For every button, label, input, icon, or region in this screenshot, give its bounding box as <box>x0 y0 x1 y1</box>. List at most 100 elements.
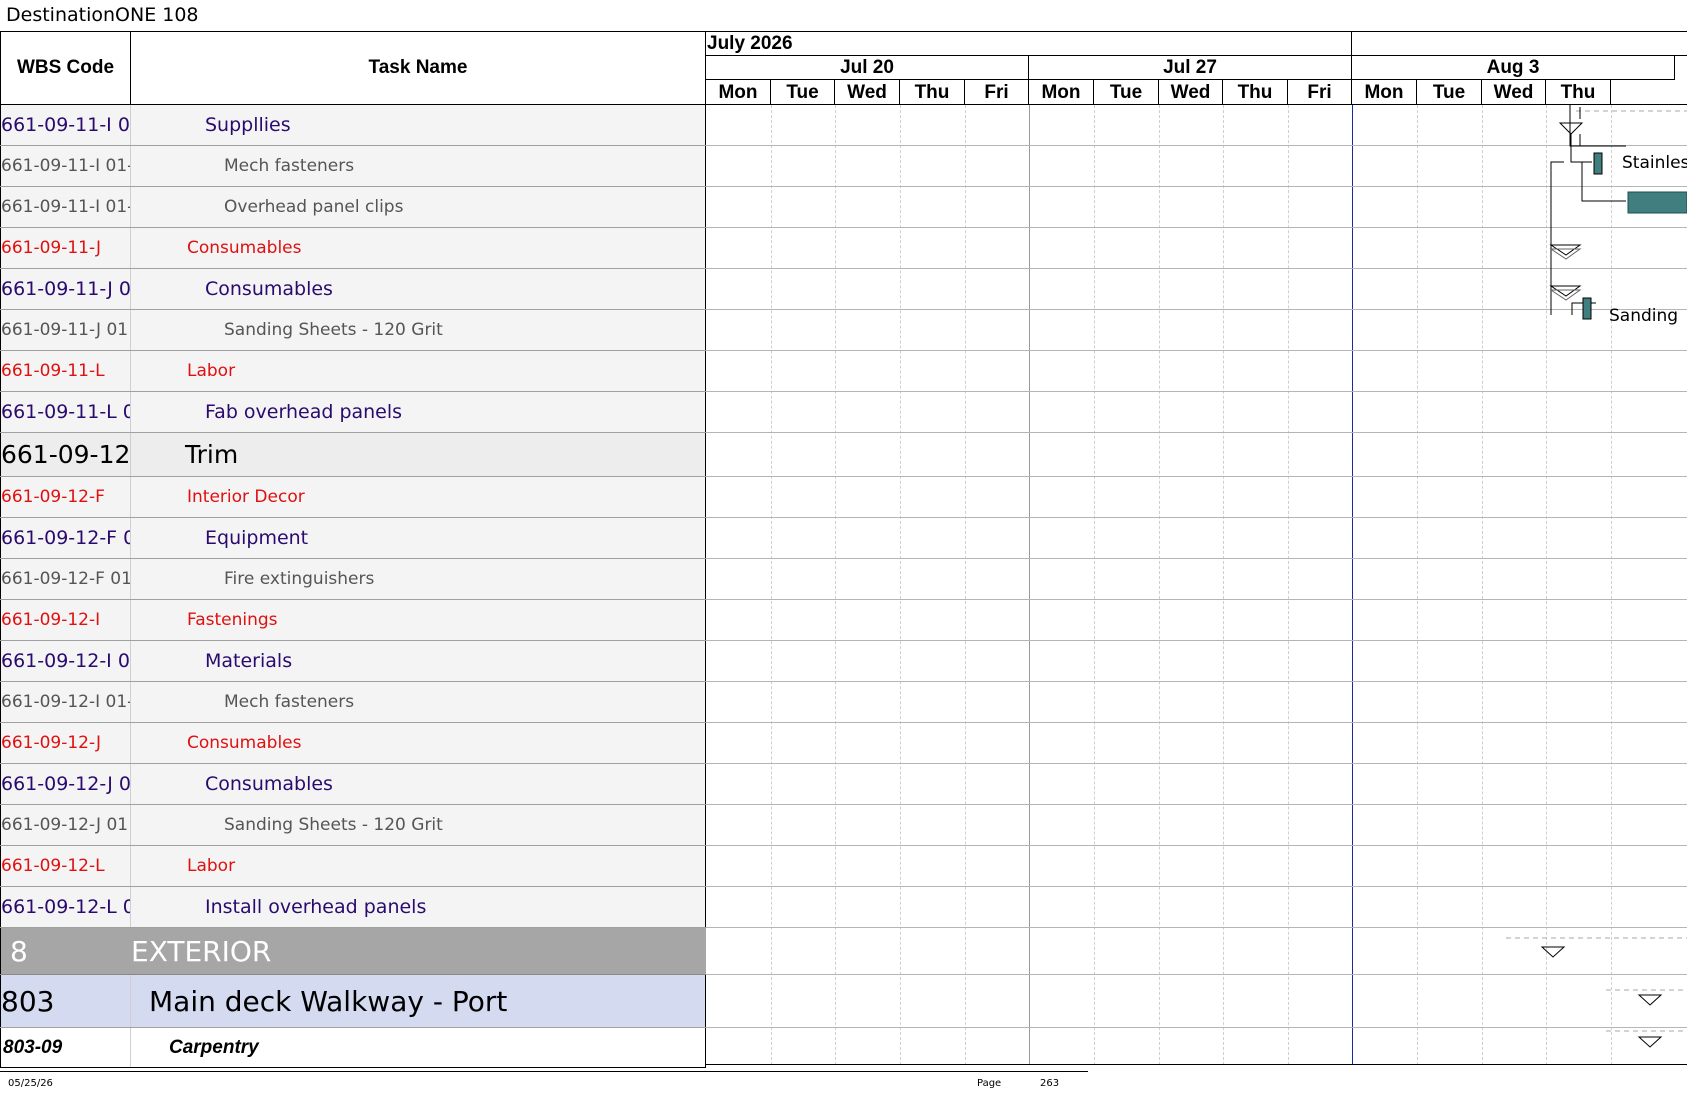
wbs-cell[interactable]: 661-09-12-F <box>0 477 131 517</box>
task-cell[interactable]: Consumables <box>131 269 706 309</box>
summary-marker <box>1506 937 1687 1048</box>
wbs-cell[interactable]: 661-09-11-L <box>0 351 131 391</box>
wbs-cell[interactable]: 661-09-12-I 0 <box>0 641 131 681</box>
timescale-week: Aug 3 <box>1352 56 1675 80</box>
timescale-week: Jul 20 <box>706 56 1029 80</box>
wbs-cell[interactable]: 661-09-11-J 0 <box>0 269 131 309</box>
task-cell[interactable]: Trim <box>131 433 706 476</box>
wbs-cell[interactable]: 661-09-12-I <box>0 600 131 640</box>
wbs-cell[interactable]: 661-09-12-L <box>0 846 131 886</box>
task-cell[interactable]: Labor <box>131 846 706 886</box>
table-row[interactable]: 661-09-12-L 0 Install overhead panels <box>0 887 706 928</box>
table-row[interactable]: 661-09-12-I 0 Materials <box>0 641 706 682</box>
timescale-day: Wed <box>1159 80 1223 104</box>
task-cell[interactable]: Materials <box>131 641 706 681</box>
wbs-cell[interactable]: 661-09-12-J 01 <box>0 805 131 845</box>
task-cell[interactable]: Consumables <box>131 228 706 268</box>
wbs-cell[interactable]: 661-09-11-I 01- <box>0 187 131 227</box>
wbs-cell[interactable]: 661-09-11-I 0 <box>0 105 131 145</box>
footer-date: 05/25/26 <box>8 1078 53 1089</box>
table-row[interactable]: 661-09-12-F 0 Equipment <box>0 518 706 559</box>
timescale-day: Tue <box>771 80 835 104</box>
table-row[interactable]: 661-09-11-I 01- Overhead panel clips <box>0 187 706 228</box>
task-cell[interactable]: Install overhead panels <box>131 887 706 927</box>
table-row[interactable]: 803-09 Carpentry <box>0 1028 706 1068</box>
table-row[interactable]: 661-09-12 Trim <box>0 433 706 477</box>
table-row[interactable]: 8 EXTERIOR <box>0 928 706 975</box>
task-bar <box>1593 152 1603 175</box>
bar-label: Stainles <box>1622 153 1687 173</box>
table-row[interactable]: 661-09-12-J 0 Consumables <box>0 764 706 805</box>
table-row[interactable]: 661-09-12-J Consumables <box>0 723 706 764</box>
wbs-cell[interactable]: 661-09-11-L 0 <box>0 392 131 432</box>
table-row[interactable]: 661-09-12-L Labor <box>0 846 706 887</box>
table-row[interactable]: 661-09-11-I 0 Suppllies <box>0 105 706 146</box>
wbs-cell[interactable]: 661-09-12-F 0 <box>0 518 131 558</box>
table-row[interactable]: 661-09-11-J 0 Consumables <box>0 269 706 310</box>
task-cell[interactable]: Fab overhead panels <box>131 392 706 432</box>
timescale-week: Jul 27 <box>1029 56 1352 80</box>
task-cell[interactable]: Consumables <box>131 723 706 763</box>
bar-label: Sanding <box>1609 306 1679 326</box>
summary-marker <box>1549 244 1582 301</box>
task-cell[interactable]: Mech fasteners <box>131 682 706 722</box>
wbs-cell[interactable]: 661-09-12-I 01- <box>0 682 131 722</box>
table-row[interactable]: 661-09-12-F Interior Decor <box>0 477 706 518</box>
column-header-task-name[interactable]: Task Name <box>131 31 706 105</box>
task-cell[interactable]: Fire extinguishers <box>131 559 706 599</box>
wbs-cell[interactable]: 661-09-12 <box>0 433 131 476</box>
column-header-wbs-code[interactable]: WBS Code <box>0 31 131 105</box>
timescale-day: Tue <box>1094 80 1159 104</box>
table-row[interactable]: 661-09-12-J 01 Sanding Sheets - 120 Grit <box>0 805 706 846</box>
timescale-day: Wed <box>1482 80 1546 104</box>
timescale-day: Mon <box>1352 80 1417 104</box>
timescale-month <box>1352 32 1687 56</box>
task-cell[interactable]: Sanding Sheets - 120 Grit <box>131 310 706 350</box>
summary-marker <box>1558 107 1687 147</box>
task-cell[interactable]: Consumables <box>131 764 706 804</box>
task-cell[interactable]: Fastenings <box>131 600 706 640</box>
task-cell[interactable]: Interior Decor <box>131 477 706 517</box>
task-cell[interactable]: Overhead panel clips <box>131 187 706 227</box>
table-row[interactable]: 661-09-11-L 0 Fab overhead panels <box>0 392 706 433</box>
task-cell[interactable]: Main deck Walkway - Port <box>131 975 706 1027</box>
table-row[interactable]: 661-09-12-F 01 Fire extinguishers <box>0 559 706 600</box>
table-row[interactable]: 661-09-11-J Consumables <box>0 228 706 269</box>
table-row[interactable]: 803 Main deck Walkway - Port <box>0 975 706 1028</box>
gantt-chart-area[interactable]: Stainles Sanding <box>706 105 1687 1065</box>
wbs-cell[interactable]: 661-09-11-J 01 <box>0 310 131 350</box>
wbs-cell[interactable]: 661-09-12-J 0 <box>0 764 131 804</box>
task-cell[interactable]: Equipment <box>131 518 706 558</box>
table-row[interactable]: 661-09-11-J 01 Sanding Sheets - 120 Grit <box>0 310 706 351</box>
wbs-cell[interactable]: 661-09-12-J <box>0 723 131 763</box>
wbs-cell[interactable]: 803-09 <box>0 1028 131 1067</box>
timescale-month: July 2026 <box>706 32 1352 56</box>
footer-divider <box>0 1071 1088 1072</box>
wbs-cell[interactable]: 661-09-12-F 01 <box>0 559 131 599</box>
timescale-day: Thu <box>1546 80 1611 104</box>
timescale-day: Mon <box>1029 80 1094 104</box>
wbs-cell[interactable]: 661-09-11-I 01- <box>0 146 131 186</box>
link-lines <box>1550 105 1626 315</box>
table-row[interactable]: 661-09-12-I Fastenings <box>0 600 706 641</box>
timescale-day: Fri <box>1288 80 1352 104</box>
timescale: July 2026 Jul 20 Jul 27 Aug 3 Mon Tue We… <box>706 31 1687 105</box>
wbs-cell[interactable]: 8 <box>0 928 131 974</box>
task-cell[interactable]: Labor <box>131 351 706 391</box>
task-cell[interactable]: Suppllies <box>131 105 706 145</box>
window-title: DestinationONE 108 <box>6 4 199 26</box>
table-row[interactable]: 661-09-11-L Labor <box>0 351 706 392</box>
task-cell[interactable]: Sanding Sheets - 120 Grit <box>131 805 706 845</box>
timescale-day: Thu <box>1223 80 1288 104</box>
gantt-frame: WBS Code Task Name July 2026 Jul 20 Jul … <box>0 31 1687 1068</box>
table-row[interactable]: 661-09-11-I 01- Mech fasteners <box>0 146 706 187</box>
table-row[interactable]: 661-09-12-I 01- Mech fasteners <box>0 682 706 723</box>
wbs-cell[interactable]: 661-09-11-J <box>0 228 131 268</box>
task-bar <box>1582 297 1592 320</box>
task-cell[interactable]: Mech fasteners <box>131 146 706 186</box>
wbs-cell[interactable]: 661-09-12-L 0 <box>0 887 131 927</box>
task-cell[interactable]: EXTERIOR <box>131 928 706 974</box>
task-cell[interactable]: Carpentry <box>131 1028 706 1067</box>
timescale-day: Fri <box>965 80 1029 104</box>
wbs-cell[interactable]: 803 <box>0 975 131 1027</box>
